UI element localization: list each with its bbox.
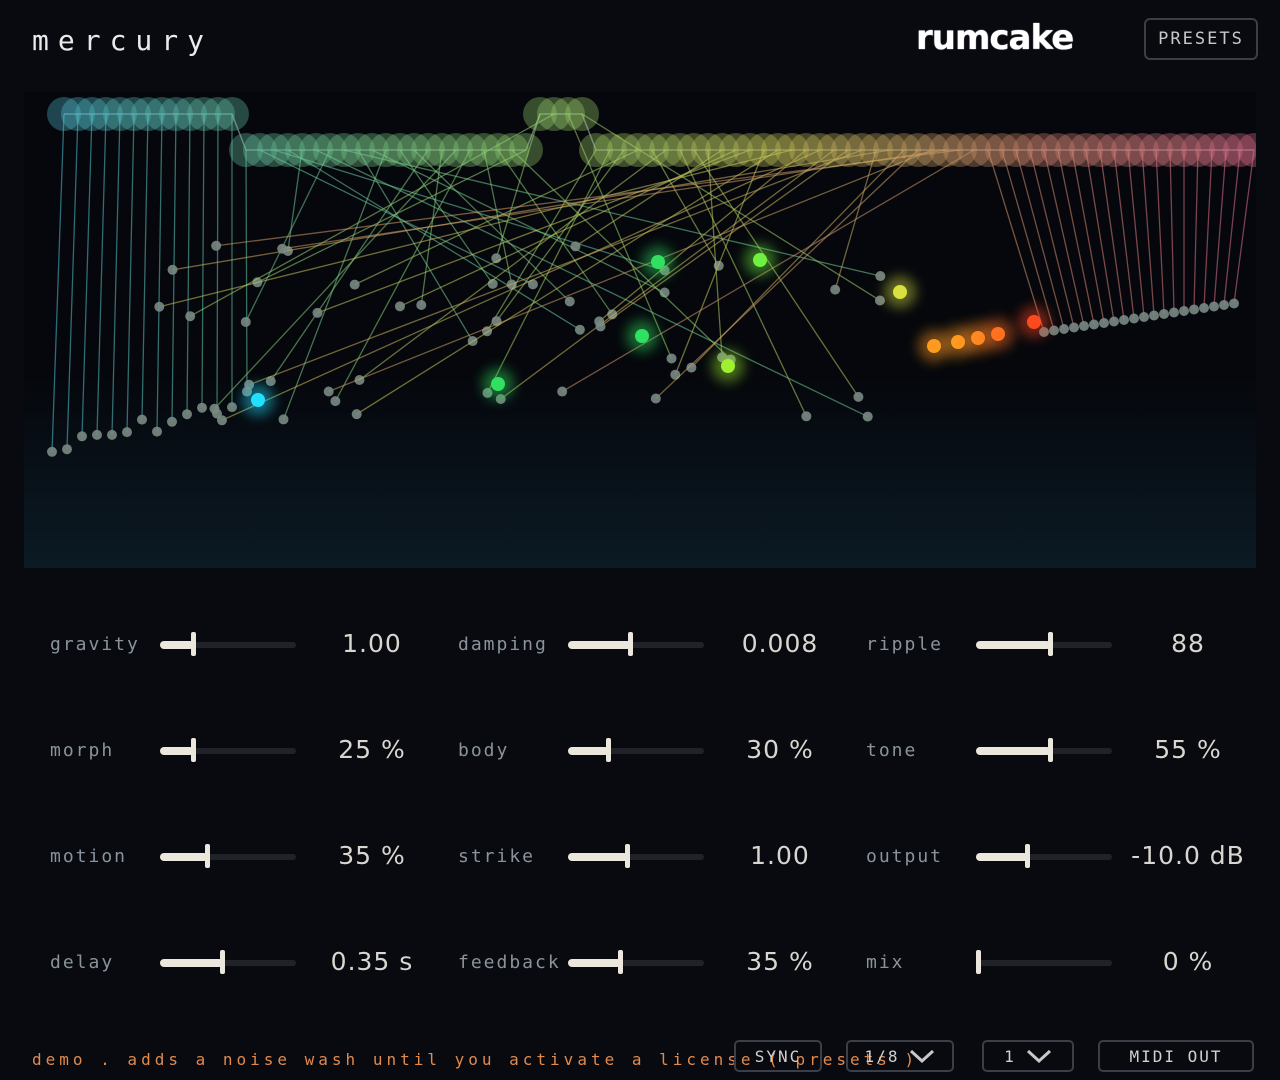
tone-value[interactable]: 55 % [1128,735,1248,764]
motion-value[interactable]: 35 % [312,841,432,870]
division-value: 1/8 [864,1046,900,1066]
tone-label: tone [866,740,918,761]
motion-label: motion [50,846,128,867]
gravity-label: gravity [50,634,140,655]
mix-slider-track [976,960,1112,966]
string-visualizer[interactable] [24,92,1256,568]
gravity-slider-thumb[interactable] [191,632,196,656]
delay-slider-fill [160,959,223,967]
body-value[interactable]: 30 % [720,735,840,764]
damping-label: damping [458,634,548,655]
body-slider[interactable] [568,738,704,762]
damping-slider-thumb[interactable] [628,632,633,656]
morph-slider-fill [160,747,194,755]
morph-slider[interactable] [160,738,296,762]
ripple-slider-fill [976,641,1051,649]
mix-slider-thumb[interactable] [976,950,981,974]
output-label: output [866,846,944,867]
morph-value[interactable]: 25 % [312,735,432,764]
motion-slider-fill [160,853,208,861]
damping-slider-fill [568,641,631,649]
morph-slider-thumb[interactable] [191,738,196,762]
app-title: mercury [32,24,214,57]
midi-out-button[interactable]: MIDI OUT [1098,1040,1254,1072]
output-value[interactable]: -10.0 dB [1128,841,1248,870]
gravity-value[interactable]: 1.00 [312,629,432,658]
tone-slider-fill [976,747,1051,755]
sync-button[interactable]: SYNC [734,1040,822,1072]
motion-slider[interactable] [160,844,296,868]
midi-out-label: MIDI OUT [1129,1046,1223,1066]
gravity-slider[interactable] [160,632,296,656]
delay-label: delay [50,952,115,973]
feedback-slider-thumb[interactable] [618,950,623,974]
body-slider-thumb[interactable] [606,738,611,762]
ripple-slider[interactable] [976,632,1112,656]
ripple-slider-thumb[interactable] [1048,632,1053,656]
feedback-slider[interactable] [568,950,704,974]
ripple-value[interactable]: 88 [1128,629,1248,658]
tone-slider-thumb[interactable] [1048,738,1053,762]
mix-slider[interactable] [976,950,1112,974]
morph-label: morph [50,740,115,761]
feedback-value[interactable]: 35 % [720,947,840,976]
strike-slider-thumb[interactable] [625,844,630,868]
delay-slider[interactable] [160,950,296,974]
strike-value[interactable]: 1.00 [720,841,840,870]
feedback-label: feedback [458,952,561,973]
gravity-slider-fill [160,641,194,649]
ripple-label: ripple [866,634,944,655]
body-slider-fill [568,747,609,755]
output-slider-thumb[interactable] [1025,844,1030,868]
mix-value[interactable]: 0 % [1128,947,1248,976]
damping-value[interactable]: 0.008 [720,629,840,658]
output-slider[interactable] [976,844,1112,868]
body-label: body [458,740,510,761]
damping-slider[interactable] [568,632,704,656]
strike-slider-fill [568,853,628,861]
feedback-slider-fill [568,959,621,967]
delay-slider-thumb[interactable] [220,950,225,974]
tone-slider[interactable] [976,738,1112,762]
output-slider-fill [976,853,1028,861]
division-select[interactable]: 1/8 [846,1040,954,1072]
presets-button[interactable]: PRESETS [1144,18,1258,60]
motion-slider-thumb[interactable] [205,844,210,868]
count-select[interactable]: 1 [982,1040,1074,1072]
sync-label: SYNC [754,1046,802,1066]
brand-logo: rumcake [916,18,1074,58]
mix-label: mix [866,952,905,973]
strike-label: strike [458,846,536,867]
chevron-down-icon [910,1049,935,1063]
visualizer-canvas [47,97,1256,457]
delay-value[interactable]: 0.35 s [312,947,432,976]
chevron-down-icon [1026,1049,1051,1063]
count-value: 1 [1004,1046,1016,1066]
strike-slider[interactable] [568,844,704,868]
